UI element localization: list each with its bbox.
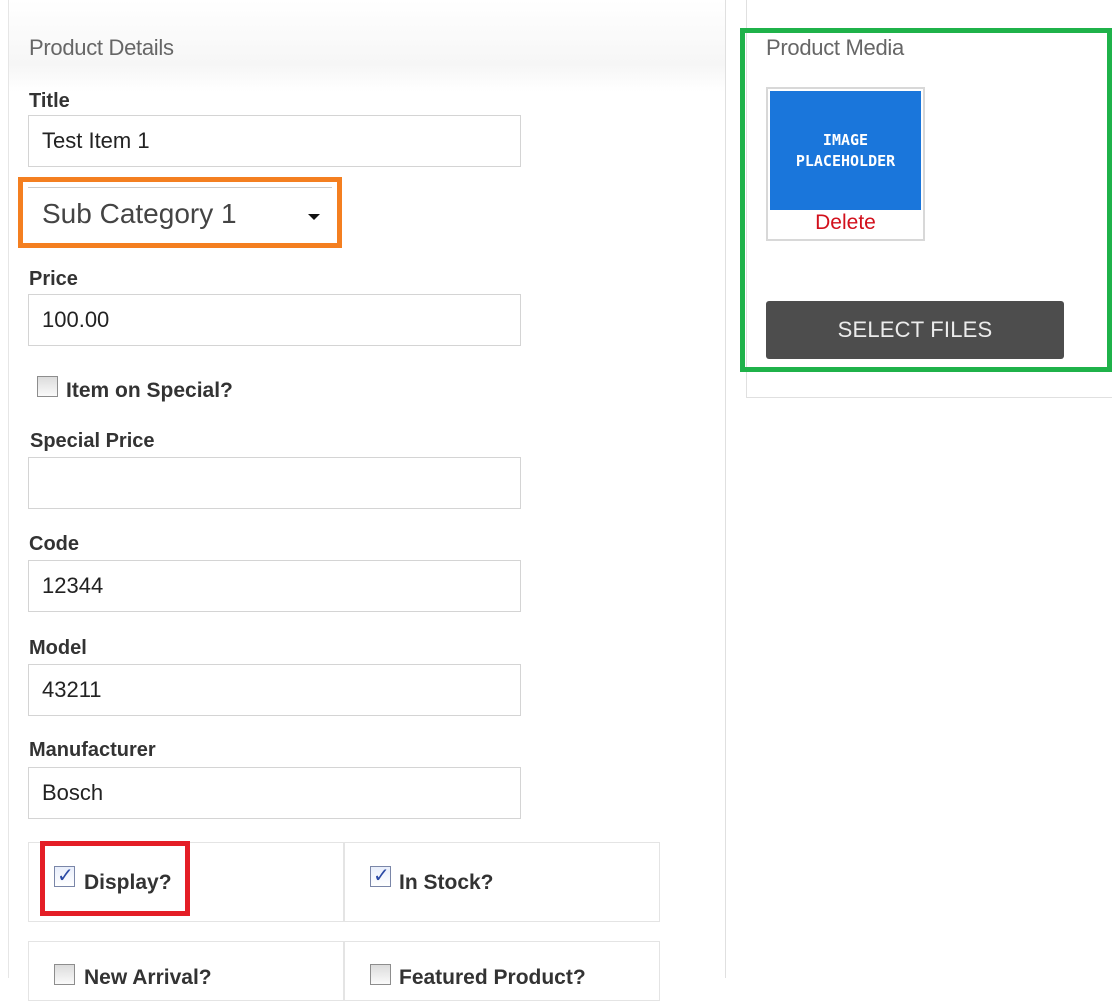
product-media-title: Product Media — [766, 35, 904, 60]
on-special-label: Item on Special? — [66, 379, 233, 402]
on-special-checkbox[interactable] — [37, 376, 58, 397]
select-files-button[interactable]: SELECT FILES — [766, 301, 1064, 359]
in-stock-label: In Stock? — [399, 871, 494, 894]
new-arrival-checkbox[interactable] — [54, 964, 75, 985]
category-select[interactable]: Sub Category 1 — [28, 187, 332, 238]
checkmark-icon: ✓ — [373, 865, 390, 887]
featured-label: Featured Product? — [399, 966, 586, 989]
category-select-value: Sub Category 1 — [42, 198, 237, 229]
new-arrival-label: New Arrival? — [84, 966, 212, 989]
price-input[interactable] — [28, 294, 521, 346]
code-label: Code — [29, 533, 79, 555]
model-input[interactable] — [28, 664, 521, 716]
model-label: Model — [29, 637, 87, 659]
featured-checkbox[interactable] — [370, 964, 391, 985]
display-label: Display? — [84, 871, 172, 894]
special-price-input[interactable] — [28, 457, 521, 509]
media-thumbnail: IMAGE PLACEHOLDER Delete — [766, 87, 925, 241]
manufacturer-label: Manufacturer — [29, 739, 156, 761]
price-label: Price — [29, 268, 78, 290]
code-input[interactable] — [28, 560, 521, 612]
special-price-label: Special Price — [30, 430, 155, 452]
image-placeholder-text: IMAGE PLACEHOLDER — [795, 130, 896, 170]
in-stock-checkbox[interactable]: ✓ — [370, 865, 391, 887]
caret-down-icon — [308, 214, 320, 220]
title-label: Title — [29, 90, 70, 112]
title-input[interactable] — [28, 115, 521, 167]
checkmark-icon: ✓ — [57, 865, 74, 887]
delete-media-link[interactable]: Delete — [768, 211, 923, 235]
image-placeholder[interactable]: IMAGE PLACEHOLDER — [770, 91, 921, 210]
in-stock-option-cell — [344, 842, 660, 922]
manufacturer-input[interactable] — [28, 767, 521, 819]
product-details-title: Product Details — [29, 35, 174, 60]
display-checkbox[interactable]: ✓ — [54, 865, 75, 887]
